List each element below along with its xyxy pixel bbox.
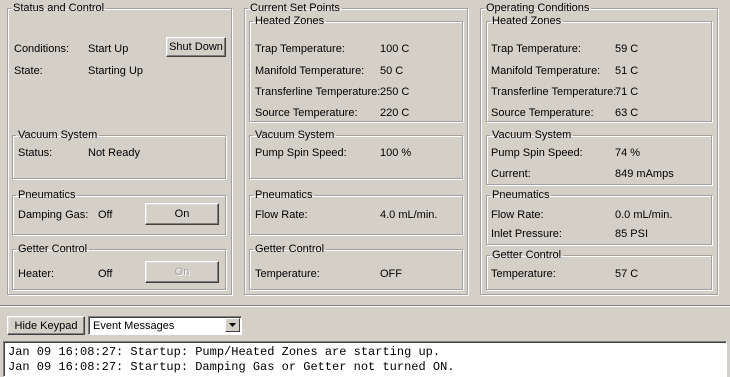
sp-getter-title: Getter Control xyxy=(255,243,325,255)
op-manifold-temp-label: Manifold Temperature: xyxy=(491,65,601,77)
sp-source-temp-label: Source Temperature: xyxy=(255,107,358,119)
op-inlet-pressure-label: Inlet Pressure: xyxy=(491,228,562,240)
op-flow-rate-value: 0.0 mL/min. xyxy=(615,209,673,221)
op-transferline-temp-value: 71 C xyxy=(615,86,639,98)
sp-source-temp-value: 220 C xyxy=(380,107,410,119)
sp-manifold-temp-label: Manifold Temperature: xyxy=(255,65,365,77)
damping-gas-on-button[interactable]: On xyxy=(145,203,219,225)
sp-trap-temp-value: 100 C xyxy=(380,43,410,55)
sp-transferline-temp-label: Transferline Temperature: xyxy=(255,86,381,98)
state-label: State: xyxy=(14,65,43,77)
op-getter-title: Getter Control xyxy=(492,249,562,261)
sp-transferline-temp-value: 250 C xyxy=(380,86,410,98)
status-vacuum-title: Vacuum System xyxy=(18,129,98,141)
sp-getter-temp-value: OFF xyxy=(380,268,402,280)
shut-down-button[interactable]: Shut Down xyxy=(166,37,226,57)
op-getter-temp-value: 57 C xyxy=(615,268,639,280)
status-control-title: Status and Control xyxy=(13,2,105,14)
sp-vacuum-title: Vacuum System xyxy=(255,129,335,141)
event-log[interactable]: Jan 09 16:08:27: Startup: Pump/Heated Zo… xyxy=(3,341,727,377)
set-points-title: Current Set Points xyxy=(250,2,340,14)
sp-heated-zones-title: Heated Zones xyxy=(255,15,325,27)
status-getter-title: Getter Control xyxy=(18,243,88,255)
op-trap-temp-label: Trap Temperature: xyxy=(491,43,581,55)
op-current-value: 849 mAmps xyxy=(615,168,674,180)
heater-label: Heater: xyxy=(18,268,55,280)
op-transferline-temp-label: Transferline Temperature: xyxy=(491,86,617,98)
op-trap-temp-value: 59 C xyxy=(615,43,639,55)
instrument-panel: Status and Control Conditions: Start Up … xyxy=(0,0,730,303)
op-current-label: Current: xyxy=(491,168,531,180)
op-pump-speed-label: Pump Spin Speed: xyxy=(491,147,583,159)
message-type-select[interactable]: Event Messages xyxy=(88,316,242,335)
sp-getter-group: Getter Control xyxy=(249,244,463,290)
sp-trap-temp-label: Trap Temperature: xyxy=(255,43,345,55)
chevron-down-icon[interactable] xyxy=(225,318,240,332)
op-pneumatics-title: Pneumatics xyxy=(492,189,550,201)
vacuum-status-label: Status: xyxy=(18,147,53,159)
operating-title: Operating Conditions xyxy=(486,2,590,14)
sp-flow-rate-label: Flow Rate: xyxy=(255,209,308,221)
log-line: Jan 09 16:08:27: Startup: Damping Gas or… xyxy=(8,360,455,374)
op-source-temp-label: Source Temperature: xyxy=(491,107,594,119)
op-manifold-temp-value: 51 C xyxy=(615,65,639,77)
divider xyxy=(0,305,730,307)
op-source-temp-value: 63 C xyxy=(615,107,639,119)
vacuum-status-value: Not Ready xyxy=(88,147,140,159)
conditions-value: Start Up xyxy=(88,43,129,55)
sp-getter-temp-label: Temperature: xyxy=(255,268,320,280)
status-pneumatics-title: Pneumatics xyxy=(18,189,76,201)
sp-pneumatics-title: Pneumatics xyxy=(255,189,313,201)
log-line: Jan 09 16:08:27: Startup: Pump/Heated Zo… xyxy=(8,345,441,359)
damping-gas-label: Damping Gas: xyxy=(18,209,89,221)
message-type-value: Event Messages xyxy=(93,320,175,332)
heater-on-button[interactable]: On xyxy=(145,261,219,283)
sp-pump-speed-value: 100 % xyxy=(380,147,412,159)
state-value: Starting Up xyxy=(88,65,144,77)
sp-manifold-temp-value: 50 C xyxy=(380,65,404,77)
sp-flow-rate-value: 4.0 mL/min. xyxy=(380,209,438,221)
sp-pump-speed-label: Pump Spin Speed: xyxy=(255,147,347,159)
op-pump-speed-value: 74 % xyxy=(615,147,641,159)
op-inlet-pressure-value: 85 PSI xyxy=(615,228,649,240)
op-heated-zones-title: Heated Zones xyxy=(492,15,562,27)
hide-keypad-button[interactable]: Hide Keypad xyxy=(7,316,85,335)
op-flow-rate-label: Flow Rate: xyxy=(491,209,544,221)
op-getter-temp-label: Temperature: xyxy=(491,268,556,280)
op-vacuum-title: Vacuum System xyxy=(492,129,572,141)
heater-value: Off xyxy=(98,268,113,280)
conditions-label: Conditions: xyxy=(14,43,70,55)
damping-gas-value: Off xyxy=(98,209,113,221)
